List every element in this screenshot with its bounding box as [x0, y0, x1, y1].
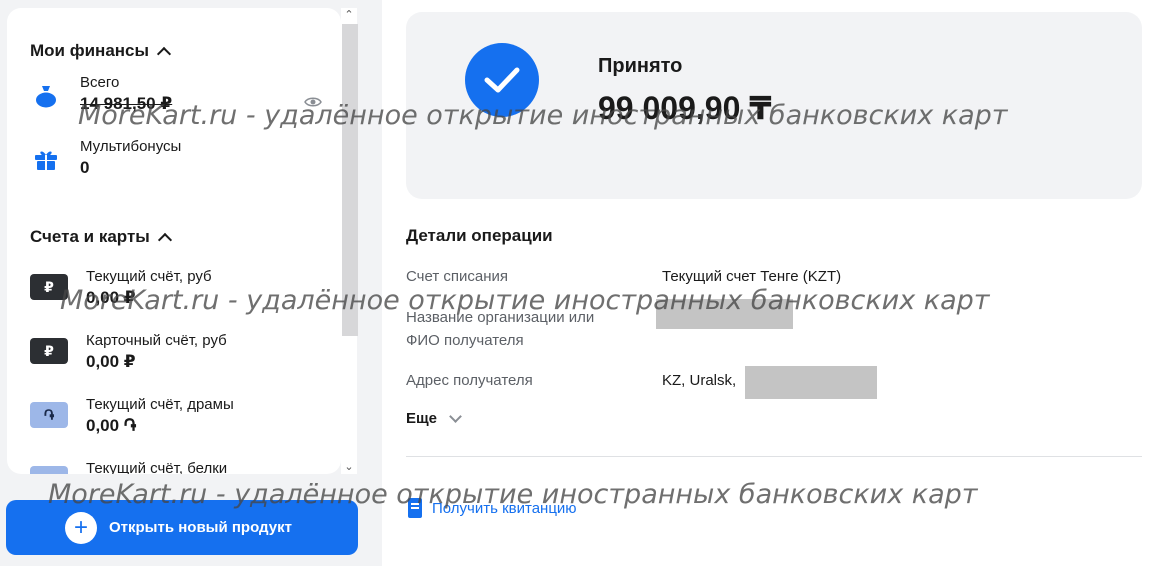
eye-icon[interactable]: [304, 96, 322, 108]
total-value: 14 981,50 ₽: [80, 94, 173, 113]
main-content: Принято 99 009,90 ₸ Детали операции Счет…: [382, 0, 1171, 566]
bonus-label: Мультибонусы: [80, 138, 182, 155]
my-finances-title: Мои финансы: [30, 41, 150, 60]
account-label: Текущий счёт, руб: [86, 268, 212, 285]
account-label: Текущий счёт, белки: [86, 460, 228, 474]
account-label: Карточный счёт, руб: [86, 332, 227, 349]
chevron-up-icon: [156, 46, 172, 61]
total-balance: Всего 14 981,50 ₽: [30, 74, 172, 116]
scroll-up-icon[interactable]: ⌃: [343, 9, 355, 21]
account-item[interactable]: ֏ Текущий счёт, драмы 0,00 ֏: [30, 394, 234, 438]
recipient-label-line2: ФИО получателя: [406, 332, 524, 349]
status-amount: 99 009,90 ₸: [598, 90, 772, 126]
sidebar: Мои финансы Всего 14 981,50 ₽ Мультибону…: [0, 0, 382, 566]
moneybag-icon: [30, 80, 62, 112]
gift-icon: [30, 144, 62, 176]
address-label: Адрес получателя: [406, 372, 533, 389]
more-label: Еще: [406, 410, 438, 427]
address-value: KZ, Uralsk,: [662, 372, 737, 389]
total-label: Всего: [80, 74, 120, 91]
redacted-recipient: [656, 299, 793, 329]
bonus-value: 0: [80, 158, 90, 177]
debit-account-value: Текущий счет Тенге (KZT): [662, 268, 842, 285]
open-new-product-button[interactable]: + Открыть новый продукт: [6, 500, 358, 555]
account-item[interactable]: ₽ Текущий счёт, руб 0,00 ₽: [30, 266, 212, 310]
recipient-label-line1: Название организации или: [406, 309, 595, 326]
scrollbar-thumb[interactable]: [342, 24, 358, 336]
status-card: Принято 99 009,90 ₸: [406, 12, 1142, 199]
divider: [406, 456, 1142, 457]
status-label: Принято: [598, 55, 683, 77]
chevron-down-icon: [449, 409, 462, 423]
check-icon: [465, 43, 539, 117]
byn-card-icon: Br: [30, 466, 68, 474]
details-title: Детали операции: [406, 226, 553, 245]
chevron-up-icon: [157, 232, 172, 247]
ruble-card-icon: ₽: [30, 338, 68, 364]
redacted-address: [745, 366, 877, 399]
account-value: 0,00 ₽: [86, 288, 136, 307]
my-finances-header[interactable]: Мои финансы: [30, 41, 172, 61]
account-value: 0,00 ₽: [86, 352, 136, 371]
account-item[interactable]: ₽ Карточный счёт, руб 0,00 ₽: [30, 330, 227, 374]
accounts-title: Счета и карты: [30, 227, 150, 246]
receipt-icon: [408, 498, 422, 518]
debit-account-label: Счет списания: [406, 268, 508, 285]
scroll-down-icon[interactable]: ⌄: [343, 461, 355, 473]
ruble-card-icon: ₽: [30, 274, 68, 300]
more-toggle[interactable]: Еще: [406, 409, 462, 427]
dram-card-icon: ֏: [30, 402, 68, 428]
account-item[interactable]: Br Текущий счёт, белки: [30, 458, 227, 474]
get-receipt-link[interactable]: Получить квитанцию: [408, 498, 577, 518]
get-receipt-label: Получить квитанцию: [432, 499, 577, 517]
account-value: 0,00 ֏: [86, 416, 137, 435]
open-new-product-label: Открыть новый продукт: [109, 519, 292, 536]
multibonus[interactable]: Мультибонусы 0: [30, 138, 181, 180]
accounts-header[interactable]: Счета и карты: [30, 227, 172, 247]
plus-icon: +: [65, 511, 97, 544]
account-label: Текущий счёт, драмы: [86, 396, 234, 413]
finances-panel: Мои финансы Всего 14 981,50 ₽ Мультибону…: [7, 8, 341, 474]
